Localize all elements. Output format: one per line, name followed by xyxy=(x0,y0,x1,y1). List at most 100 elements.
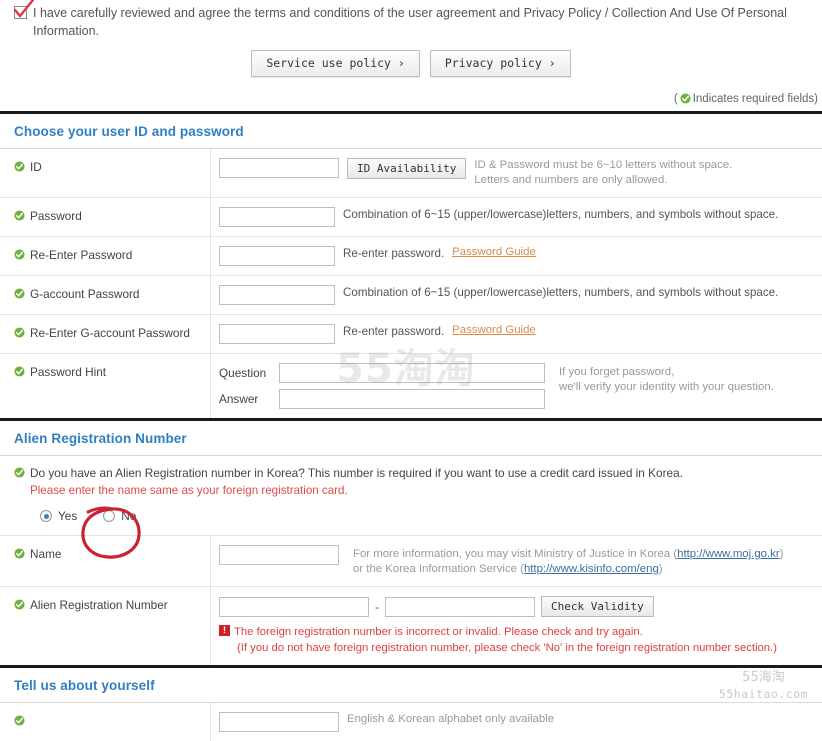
alien-intro-block: Do you have an Alien Registration number… xyxy=(0,456,822,535)
field-re-password: Re-enter password. Password Guide xyxy=(211,237,822,275)
name-info-line2-b: ) xyxy=(658,563,663,575)
field-name: For more information, you may visit Mini… xyxy=(211,536,822,586)
row-alien-number: Alien Registration Number - Check Validi… xyxy=(0,587,822,665)
label-password-hint: Password Hint xyxy=(0,354,211,418)
check-validity-button[interactable]: Check Validity xyxy=(541,596,654,617)
label-password: Password xyxy=(0,198,211,236)
green-check-icon xyxy=(14,249,25,260)
radio-no-label: No xyxy=(121,509,137,523)
required-note-open-paren: ( xyxy=(673,93,678,105)
alien-number-first-input[interactable] xyxy=(219,596,369,617)
id-hint-line2: Letters and numbers are only allowed. xyxy=(474,174,668,186)
radio-yes[interactable]: Yes xyxy=(40,509,77,523)
label-id: ID xyxy=(0,149,211,197)
label-password-text: Password xyxy=(30,209,82,223)
radio-no-dot[interactable] xyxy=(103,510,116,522)
label-re-g-password-text: Re-Enter G-account Password xyxy=(30,326,190,340)
alien-number-inputs: - Check Validity xyxy=(219,596,654,617)
re-password-hint-text: Re-enter password. xyxy=(343,247,445,260)
radio-yes-label: Yes xyxy=(58,509,78,523)
password-guide-link[interactable]: Password Guide xyxy=(452,246,536,258)
alien-question-text: Do you have an Alien Registration number… xyxy=(30,466,683,480)
alien-error-line2: (If you do not have foreign registration… xyxy=(237,642,777,654)
row-password: Password Combination of 6~15 (upper/lowe… xyxy=(0,198,822,236)
agreement-block: I have carefully reviewed and agree the … xyxy=(0,0,822,40)
section-title-credentials: Choose your user ID and password xyxy=(14,124,244,139)
row-g-password: G-account Password Combination of 6~15 (… xyxy=(0,276,822,314)
answer-input[interactable] xyxy=(279,389,545,409)
green-check-icon xyxy=(14,366,25,377)
field-re-g-password: Re-enter password. Password Guide xyxy=(211,315,822,353)
green-check-icon xyxy=(14,288,25,299)
label-id-text: ID xyxy=(30,160,42,174)
name-info-line2-a: or the Korea Information Service ( xyxy=(353,563,524,575)
re-g-password-hint-text: Re-enter password. xyxy=(343,325,445,338)
section-title-about-you: Tell us about yourself xyxy=(14,678,155,693)
alien-question: Do you have an Alien Registration number… xyxy=(14,466,822,480)
password-hint-help: If you forget password, we'll verify you… xyxy=(559,363,774,395)
kisinfo-link[interactable]: http://www.kisinfo.com/eng xyxy=(524,563,659,575)
g-password-input[interactable] xyxy=(219,285,335,305)
radio-yes-dot[interactable] xyxy=(40,510,52,522)
radio-no[interactable]: No xyxy=(103,509,136,523)
service-use-policy-button[interactable]: Service use policy › xyxy=(251,50,420,77)
question-input[interactable] xyxy=(279,363,545,383)
question-answer-wrap: Question Answer xyxy=(219,363,545,409)
id-availability-button[interactable]: ID Availability xyxy=(347,158,467,179)
section-title-alien: Alien Registration Number xyxy=(14,431,187,446)
label-password-hint-text: Password Hint xyxy=(30,365,107,379)
field-about-first: English & Korean alphabet only available xyxy=(211,703,822,741)
policy-buttons: Service use policy › Privacy policy › xyxy=(0,50,822,77)
field-alien-number: - Check Validity ! The foreign registrat… xyxy=(211,587,822,665)
label-re-password-text: Re-Enter Password xyxy=(30,248,133,262)
green-check-icon xyxy=(14,715,25,726)
id-input[interactable] xyxy=(219,158,339,178)
agreement-checkbox[interactable] xyxy=(13,0,35,19)
privacy-policy-button[interactable]: Privacy policy › xyxy=(429,50,571,77)
about-first-input[interactable] xyxy=(219,712,339,732)
row-id: ID ID Availability ID & Password must be… xyxy=(0,149,822,197)
id-hint-line1: ID & Password must be 6~10 letters witho… xyxy=(474,159,733,171)
password-input[interactable] xyxy=(219,207,335,227)
password-guide-link-2[interactable]: Password Guide xyxy=(452,324,536,336)
row-about-first: English & Korean alphabet only available xyxy=(0,703,822,741)
answer-line: Answer xyxy=(219,389,545,409)
green-check-icon xyxy=(14,161,25,172)
question-label: Question xyxy=(219,366,267,380)
re-password-input[interactable] xyxy=(219,246,335,266)
label-re-g-password: Re-Enter G-account Password xyxy=(0,315,211,353)
signup-form-page: I have carefully reviewed and agree the … xyxy=(0,0,822,741)
row-name: Name For more information, you may visit… xyxy=(0,536,822,586)
green-check-icon xyxy=(14,599,25,610)
field-password-hint: Question Answer If you forget password, … xyxy=(211,354,822,418)
label-about-first xyxy=(0,703,211,741)
alien-radio-group: Yes No xyxy=(40,509,822,523)
error-icon: ! xyxy=(219,625,230,636)
label-alien-number-text: Alien Registration Number xyxy=(30,598,168,612)
green-check-icon xyxy=(14,210,25,221)
label-g-password: G-account Password xyxy=(0,276,211,314)
password-hint-help-line2: we'll verify your identity with your que… xyxy=(559,381,774,393)
label-name-text: Name xyxy=(30,547,62,561)
required-note-text: Indicates required fields) xyxy=(692,93,818,105)
about-first-hint: English & Korean alphabet only available xyxy=(347,713,555,725)
id-hint: ID & Password must be 6~10 letters witho… xyxy=(474,158,732,188)
field-password: Combination of 6~15 (upper/lowercase)let… xyxy=(211,198,822,236)
name-info-line1-b: ) xyxy=(779,548,784,560)
label-g-password-text: G-account Password xyxy=(30,287,140,301)
name-info-line1-a: For more information, you may visit Mini… xyxy=(353,548,678,560)
re-g-password-input[interactable] xyxy=(219,324,335,344)
name-input[interactable] xyxy=(219,545,339,565)
agreement-text: I have carefully reviewed and agree the … xyxy=(33,6,787,38)
alien-error-line1: The foreign registration number is incor… xyxy=(234,626,643,638)
moj-link[interactable]: http://www.moj.go.kr xyxy=(677,548,780,560)
row-re-password: Re-Enter Password Re-enter password. Pas… xyxy=(0,237,822,275)
field-g-password: Combination of 6~15 (upper/lowercase)let… xyxy=(211,276,822,314)
row-password-hint: Password Hint Question Answer If you for… xyxy=(0,354,822,418)
alien-number-second-input[interactable] xyxy=(385,596,535,617)
label-re-password: Re-Enter Password xyxy=(0,237,211,275)
checkmark-icon xyxy=(13,0,35,18)
password-hint-help-line1: If you forget password, xyxy=(559,366,675,378)
alien-number-error: ! The foreign registration number is inc… xyxy=(219,624,777,656)
required-fields-note: ( Indicates required fields) xyxy=(0,93,822,105)
